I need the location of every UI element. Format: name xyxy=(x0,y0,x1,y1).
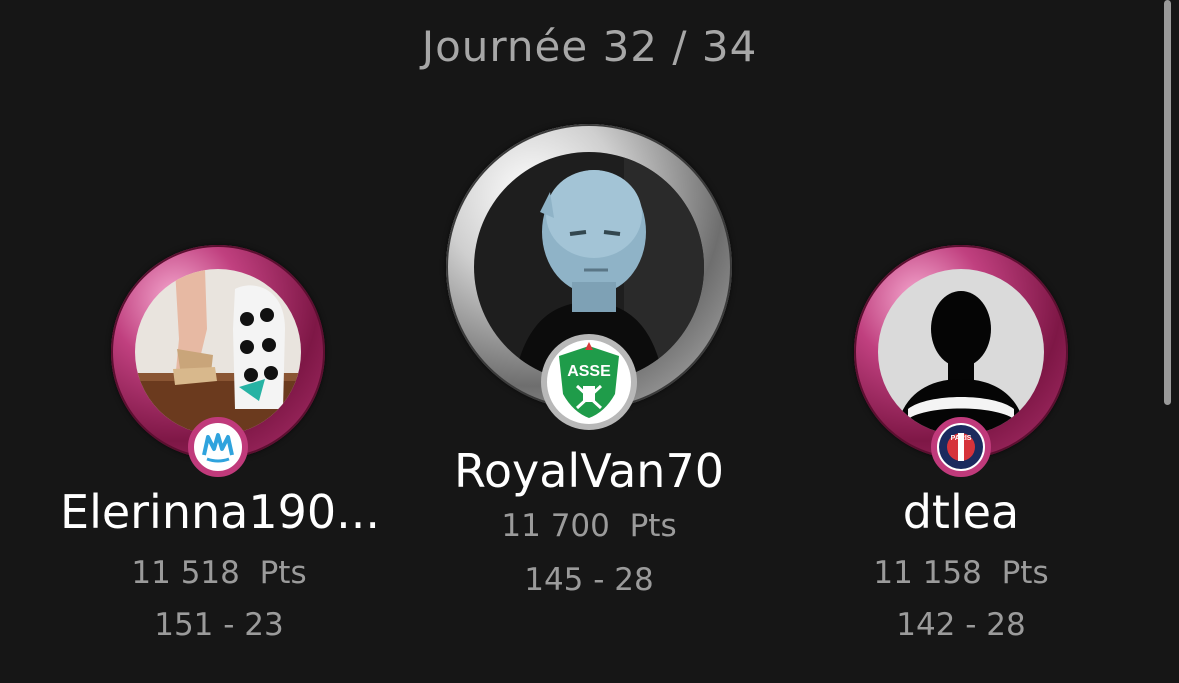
player-avatar[interactable] xyxy=(135,269,301,435)
asse-saint-etienne-badge-icon: ASSE xyxy=(541,334,637,430)
player-points: 11 700 Pts xyxy=(430,508,748,544)
player-record: 142 - 28 xyxy=(896,607,1026,643)
om-marseille-badge-icon xyxy=(188,417,248,477)
round-title: Journée 32 / 34 xyxy=(421,22,758,71)
points-value: 11 700 xyxy=(501,508,610,544)
player-points: 11 518 Pts xyxy=(60,555,378,591)
player-name: dtlea xyxy=(902,485,1020,539)
points-value: 11 158 xyxy=(873,555,982,591)
psg-paris-badge-icon: PARIS xyxy=(931,417,991,477)
svg-text:PARIS: PARIS xyxy=(951,435,972,442)
player-name: Elerinna190... xyxy=(60,485,381,539)
podium-player-left[interactable]: Elerinna190... 11 518 Pts 151 - 23 xyxy=(60,245,381,665)
points-unit: Pts xyxy=(259,555,307,591)
points-unit: Pts xyxy=(1001,555,1049,591)
points-value: 11 518 xyxy=(131,555,240,591)
scrollbar[interactable] xyxy=(1164,0,1171,405)
player-avatar[interactable] xyxy=(878,269,1044,435)
podium-player-right[interactable]: PARIS dtlea 11 158 Pts 142 - 28 xyxy=(802,245,1120,665)
points-unit: Pts xyxy=(629,508,677,544)
avatar-photo-shoes-icon xyxy=(135,269,301,435)
svg-text:ASSE: ASSE xyxy=(567,363,611,380)
player-record: 145 - 28 xyxy=(524,562,654,598)
player-record: 151 - 23 xyxy=(154,607,284,643)
player-points: 11 158 Pts xyxy=(802,555,1120,591)
podium-player-center[interactable]: ASSE RoyalVan70 11 700 Pts 145 - 28 xyxy=(430,124,748,604)
player-name: RoyalVan70 xyxy=(453,444,724,498)
default-avatar-silhouette-icon xyxy=(878,269,1044,435)
